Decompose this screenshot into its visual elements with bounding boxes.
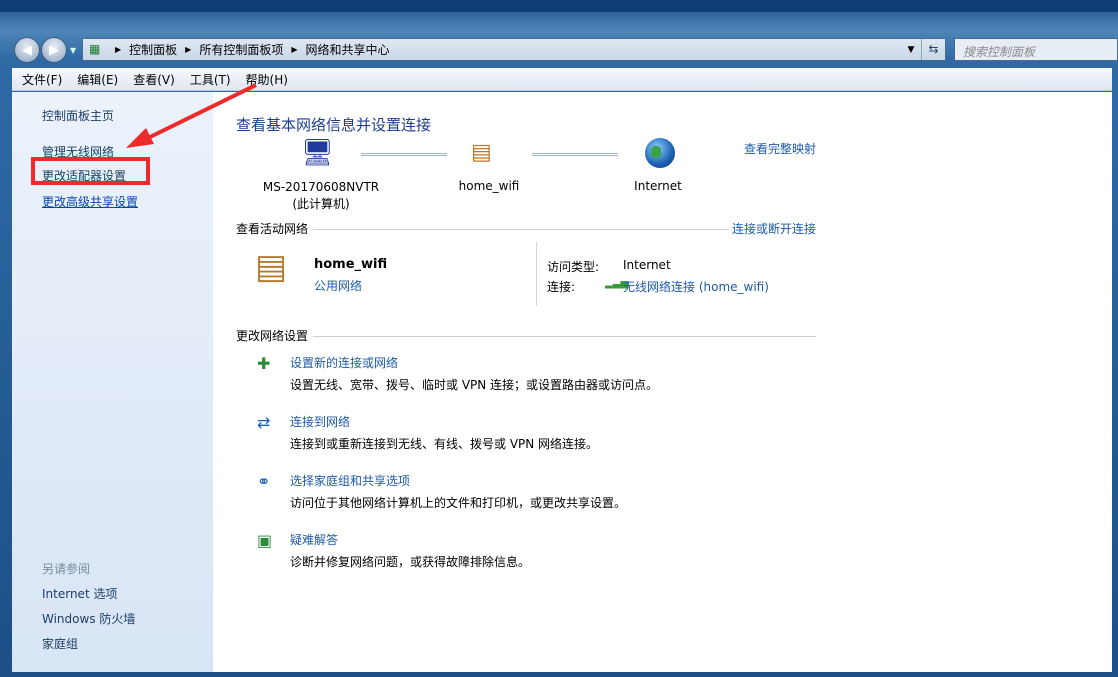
annotation-arrow — [126, 83, 257, 148]
